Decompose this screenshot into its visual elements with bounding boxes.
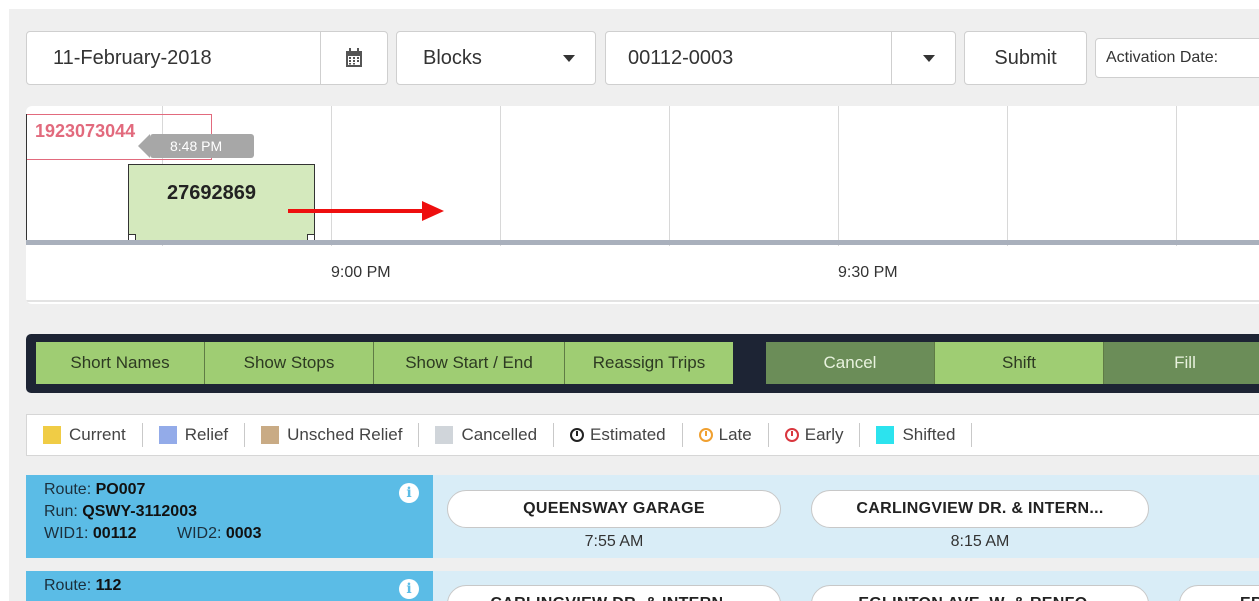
- legend-shifted: Shifted: [860, 423, 973, 447]
- timeline-gridline: [1176, 106, 1177, 246]
- cancel-button[interactable]: Cancel: [766, 342, 935, 384]
- legend-unsched-relief: Unsched Relief: [245, 423, 420, 447]
- clock-icon: [698, 428, 713, 442]
- fill-button[interactable]: Fill: [1104, 342, 1259, 384]
- route-value: 112: [95, 577, 122, 594]
- info-icon[interactable]: i: [399, 579, 419, 599]
- view-type-value: Blocks: [423, 46, 482, 69]
- route-line: Route: 112: [44, 577, 433, 595]
- time-tooltip: 8:48 PM: [138, 134, 254, 158]
- run-info-panel[interactable]: Route: 112 i: [26, 571, 433, 601]
- block-boundary: [26, 114, 27, 242]
- tick-label: 9:00 PM: [331, 264, 391, 281]
- wid2-value: 0003: [225, 525, 262, 542]
- run-label: Run:: [44, 503, 78, 520]
- legend-label: Estimated: [590, 425, 666, 444]
- calendar-button[interactable]: [320, 32, 387, 84]
- timeline-axis: [26, 240, 1259, 245]
- vehicle-value: 00112-0003: [628, 46, 734, 69]
- stop-time: 7:55 AM: [584, 533, 644, 550]
- show-stops-button[interactable]: Show Stops: [205, 342, 374, 384]
- route-line: Route: PO007: [44, 481, 433, 499]
- shift-button[interactable]: Shift: [935, 342, 1104, 384]
- legend-label: Early: [804, 425, 844, 444]
- view-type-dropdown[interactable]: Blocks: [396, 31, 596, 85]
- legend-cancelled: Cancelled: [419, 423, 555, 447]
- submit-button[interactable]: Submit: [964, 31, 1087, 85]
- wid2-label: WID2:: [176, 525, 222, 542]
- timeline-gridline: [1007, 106, 1008, 246]
- legend-label: Current: [69, 425, 126, 444]
- tick-label: 9:30 PM: [838, 264, 898, 281]
- timeline-chart[interactable]: 1923073044 27692869 8:48 PM 9:00 PM 9:30…: [26, 106, 1259, 304]
- chevron-down-icon: [563, 55, 575, 62]
- arrow-head-icon: [422, 201, 444, 221]
- stop-pill[interactable]: EGLINTON AVE. W. & RENFO...: [811, 585, 1149, 601]
- legend-estimated: Estimated: [554, 423, 683, 447]
- legend-label: Cancelled: [461, 425, 538, 444]
- legend-label: Shifted: [902, 425, 956, 444]
- timeline-gridline: [669, 106, 670, 246]
- legend-label: Relief: [184, 425, 229, 444]
- stops-row: QUEENSWAY GARAGE 7:55 AM CARLINGVIEW DR.…: [433, 475, 1259, 558]
- cancelled-swatch: [435, 426, 454, 444]
- legend-late: Late: [683, 423, 769, 447]
- route-label: Route:: [44, 481, 92, 498]
- clock-icon: [570, 428, 585, 442]
- legend-early: Early: [769, 423, 861, 447]
- block-label: 27692869: [167, 182, 256, 204]
- red-arrow-annotation: [288, 209, 423, 213]
- action-bar: Short Names Show Stops Show Start / End …: [26, 334, 1259, 393]
- clock-icon: [784, 428, 799, 442]
- timeline-gridline: [331, 106, 332, 246]
- wid1-value: 00112: [92, 525, 137, 542]
- show-start-end-button[interactable]: Show Start / End: [374, 342, 565, 384]
- reassign-trips-button[interactable]: Reassign Trips: [565, 342, 733, 384]
- timeline-gridline: [500, 106, 501, 246]
- timeline-gridline: [838, 106, 839, 246]
- legend-label: Unsched Relief: [287, 425, 403, 444]
- run-line: Run: QSWY-3112003: [44, 503, 433, 521]
- calendar-icon: [346, 48, 362, 67]
- stop-pill[interactable]: ERINGA...: [1179, 585, 1259, 601]
- divider: [26, 300, 1259, 302]
- stop-pill[interactable]: QUEENSWAY GARAGE: [447, 490, 781, 528]
- stops-row: CARLINGVIEW DR. & INTERN... EGLINTON AVE…: [433, 571, 1259, 601]
- legend-current: Current: [27, 423, 143, 447]
- current-swatch: [43, 426, 61, 444]
- date-value: 11-February-2018: [53, 46, 212, 69]
- route-value: PO007: [95, 481, 146, 498]
- legend-label: Late: [718, 425, 752, 444]
- unsched-relief-swatch: [261, 426, 280, 444]
- route-label: Route:: [44, 577, 92, 594]
- app-frame: 11-February-2018 Blocks 00112-0003 Submi…: [9, 9, 1259, 601]
- relief-swatch: [158, 426, 177, 444]
- wid-line: WID1: 00112 WID2: 0003: [44, 525, 433, 543]
- stop-pill[interactable]: CARLINGVIEW DR. & INTERN...: [447, 585, 781, 601]
- vehicle-select[interactable]: 00112-0003: [605, 31, 956, 85]
- short-names-button[interactable]: Short Names: [36, 342, 205, 384]
- shifted-swatch: [876, 426, 895, 444]
- legend-relief: Relief: [143, 423, 246, 447]
- status-legend: Current Relief Unsched Relief Cancelled …: [26, 414, 1259, 456]
- stop-time: 8:15 AM: [950, 533, 1010, 550]
- info-icon[interactable]: i: [399, 483, 419, 503]
- activation-date-label: Activation Date:: [1095, 38, 1259, 78]
- run-value: QSWY-3112003: [82, 503, 197, 520]
- run-info-panel[interactable]: Route: PO007 Run: QSWY-3112003 WID1: 001…: [26, 475, 433, 558]
- date-field[interactable]: 11-February-2018: [26, 31, 388, 85]
- chevron-down-icon: [923, 55, 935, 62]
- block-27692869[interactable]: 27692869: [128, 164, 315, 244]
- wid1-label: WID1:: [44, 525, 89, 542]
- stop-pill[interactable]: CARLINGVIEW DR. & INTERN...: [811, 490, 1149, 528]
